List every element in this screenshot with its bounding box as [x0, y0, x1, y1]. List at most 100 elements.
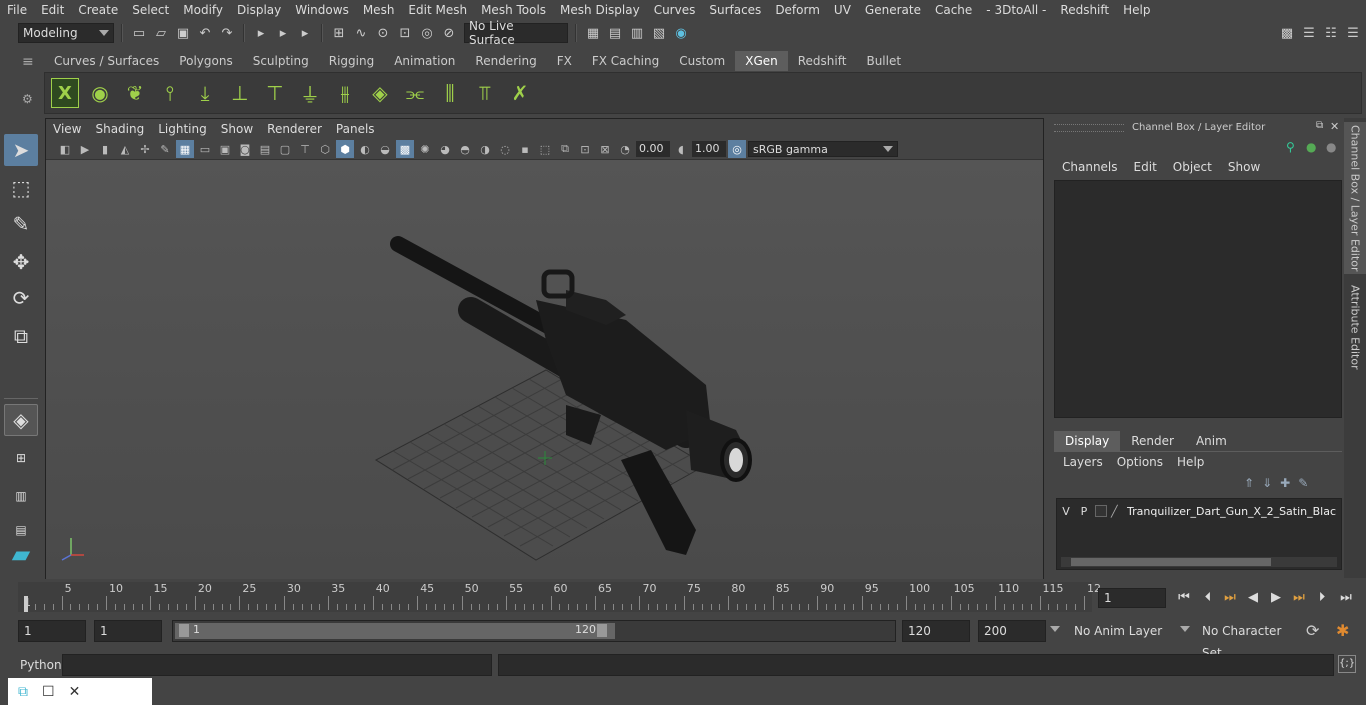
shadows-icon[interactable]: ◕ [436, 140, 454, 158]
hypershade-icon[interactable]: ◉ [672, 24, 690, 42]
shelf-tab-sculpting[interactable]: Sculpting [242, 51, 319, 71]
menu-windows[interactable]: Windows [288, 3, 356, 17]
command-language-label[interactable]: Python [20, 658, 62, 672]
shelf-tab-custom[interactable]: Custom [669, 51, 736, 71]
bookmark-icon[interactable]: ▮ [96, 140, 114, 158]
new-scene-icon[interactable]: ▭ [130, 24, 148, 42]
undo-icon[interactable]: ↶ [196, 24, 214, 42]
layer-tab-render[interactable]: Render [1120, 431, 1185, 451]
go-to-start-icon[interactable]: ⏮ [1174, 588, 1194, 606]
xray-components-icon[interactable]: ⊠ [596, 140, 614, 158]
viewport-menu-show[interactable]: Show [214, 122, 260, 136]
select-camera-icon[interactable]: ◧ [56, 140, 74, 158]
xgen-select-guides-icon[interactable]: ⫼ [436, 78, 464, 108]
select-by-object-icon[interactable]: ▸ [274, 24, 292, 42]
viewport-menu-lighting[interactable]: Lighting [151, 122, 214, 136]
layer-menu-options[interactable]: Options [1110, 455, 1170, 473]
layer-tab-anim[interactable]: Anim [1185, 431, 1238, 451]
isolate-select-icon[interactable]: ⬚ [536, 140, 554, 158]
script-editor-icon[interactable]: {;} [1338, 655, 1356, 673]
command-input[interactable] [62, 654, 492, 676]
snap-grid-icon[interactable]: ⊞ [330, 24, 348, 42]
viewport-menu-panels[interactable]: Panels [329, 122, 382, 136]
color-space-select[interactable]: sRGB gamma [748, 141, 898, 157]
motion-blur-icon[interactable]: ◑ [476, 140, 494, 158]
play-forwards-icon[interactable]: ▶ [1266, 588, 1286, 606]
gate-mask-icon[interactable]: ◙ [236, 140, 254, 158]
character-set-select[interactable]: No Character Set [1196, 620, 1302, 660]
snap-surface-icon[interactable]: ◎ [418, 24, 436, 42]
menu-modify[interactable]: Modify [176, 3, 230, 17]
maximize-window-icon[interactable]: ☐ [42, 684, 55, 700]
menu-cache[interactable]: Cache [928, 3, 979, 17]
render-settings-icon[interactable]: ▧ [650, 24, 668, 42]
side-tab-channel-box[interactable]: Channel Box / Layer Editor [1344, 122, 1366, 274]
layer-row[interactable]: V P ╱ Tranquilizer_Dart_Gun_X_2_Satin_Bl… [1059, 502, 1339, 520]
xgen-delete-guide-icon[interactable]: ✗ [506, 78, 534, 108]
exposure-field[interactable]: 0.00 [636, 141, 670, 157]
xgen-density-icon[interactable]: ⫪ [471, 78, 499, 108]
xgen-rebuild-icon[interactable]: ⫘ [401, 78, 429, 108]
xgen-groom-icon[interactable]: ◈ [366, 78, 394, 108]
shelf-tab-polygons[interactable]: Polygons [169, 51, 243, 71]
menu-3dtoall[interactable]: - 3DtoAll - [979, 3, 1053, 17]
default-material-icon[interactable]: ◐ [356, 140, 374, 158]
shelf-tab-bullet[interactable]: Bullet [856, 51, 912, 71]
shelf-settings-icon[interactable]: ⚙ [22, 92, 36, 106]
xgen-guides-icon[interactable]: ⫵ [331, 78, 359, 108]
shelf-tab-xgen[interactable]: XGen [735, 51, 788, 71]
workspace-icon[interactable]: ▩ [1278, 24, 1296, 42]
layer-menu-layers[interactable]: Layers [1056, 455, 1110, 473]
xgen-sculpt-icon[interactable]: ⊤ [261, 78, 289, 108]
menu-select[interactable]: Select [125, 3, 176, 17]
menu-create[interactable]: Create [71, 3, 125, 17]
playback-end-field[interactable]: 120 [902, 620, 970, 642]
tool-settings-toggle-icon[interactable]: ☰ [1344, 24, 1362, 42]
grid-toggle-icon[interactable]: ▦ [176, 140, 194, 158]
time-slider[interactable]: 5 10 15 20 25 30 35 40 45 50 55 60 65 70 75 80 85 90 95 100… [18, 582, 1101, 612]
smooth-shade-icon[interactable]: ⬢ [336, 140, 354, 158]
film-gate-icon[interactable]: ▭ [196, 140, 214, 158]
shelf-tab-fx[interactable]: FX [546, 51, 582, 71]
two-pane-layout-icon[interactable]: ▥ [4, 480, 38, 512]
single-pane-layout-icon[interactable]: ⊞ [4, 442, 38, 474]
menu-edit-mesh[interactable]: Edit Mesh [401, 3, 474, 17]
open-scene-icon[interactable]: ▱ [152, 24, 170, 42]
menu-surfaces[interactable]: Surfaces [702, 3, 768, 17]
channel-list[interactable] [1054, 180, 1342, 418]
2d-pan-zoom-icon[interactable]: ✢ [136, 140, 154, 158]
safe-action-icon[interactable]: ▢ [276, 140, 294, 158]
layer-visibility-toggle[interactable]: V [1059, 505, 1073, 518]
channel-box-menu-show[interactable]: Show [1220, 160, 1268, 178]
panel-drag-handle[interactable] [1054, 124, 1124, 132]
attribute-editor-toggle-icon[interactable]: ☷ [1322, 24, 1340, 42]
camera-attributes-icon[interactable]: ▶ [76, 140, 94, 158]
ipr-render-icon[interactable]: ▥ [628, 24, 646, 42]
menu-mesh-display[interactable]: Mesh Display [553, 3, 647, 17]
float-panel-icon[interactable]: ⧉ [1316, 120, 1323, 131]
playback-start-field[interactable]: 1 [94, 620, 162, 642]
paint-select-tool-icon[interactable]: ✎ [4, 208, 38, 240]
menu-display[interactable]: Display [230, 3, 288, 17]
go-to-end-icon[interactable]: ⏭ [1336, 588, 1356, 606]
play-backwards-icon[interactable]: ◀ [1243, 588, 1263, 606]
close-window-icon[interactable]: ✕ [69, 684, 81, 700]
menu-uv[interactable]: UV [827, 3, 858, 17]
xgen-leaf-icon[interactable]: ❦ [121, 78, 149, 108]
xgen-preview-icon[interactable]: ◉ [86, 78, 114, 108]
xgen-editor-icon[interactable]: X [51, 78, 79, 108]
channel-box-menu-object[interactable]: Object [1165, 160, 1220, 178]
save-scene-icon[interactable]: ▣ [174, 24, 192, 42]
menu-curves[interactable]: Curves [647, 3, 703, 17]
menu-deform[interactable]: Deform [768, 3, 827, 17]
snap-curve-icon[interactable]: ∿ [352, 24, 370, 42]
channel-box-lock-icon[interactable]: ● [1326, 140, 1336, 154]
grease-pencil-icon[interactable]: ✎ [156, 140, 174, 158]
menu-edit[interactable]: Edit [34, 3, 71, 17]
ambient-occlusion-icon[interactable]: ◓ [456, 140, 474, 158]
close-panel-icon[interactable]: ✕ [1330, 120, 1339, 133]
xgen-add-description-icon[interactable]: ⊥ [226, 78, 254, 108]
lasso-tool-icon[interactable]: ⬚ [4, 172, 38, 204]
range-start-handle[interactable] [179, 624, 189, 637]
menu-mesh[interactable]: Mesh [356, 3, 402, 17]
